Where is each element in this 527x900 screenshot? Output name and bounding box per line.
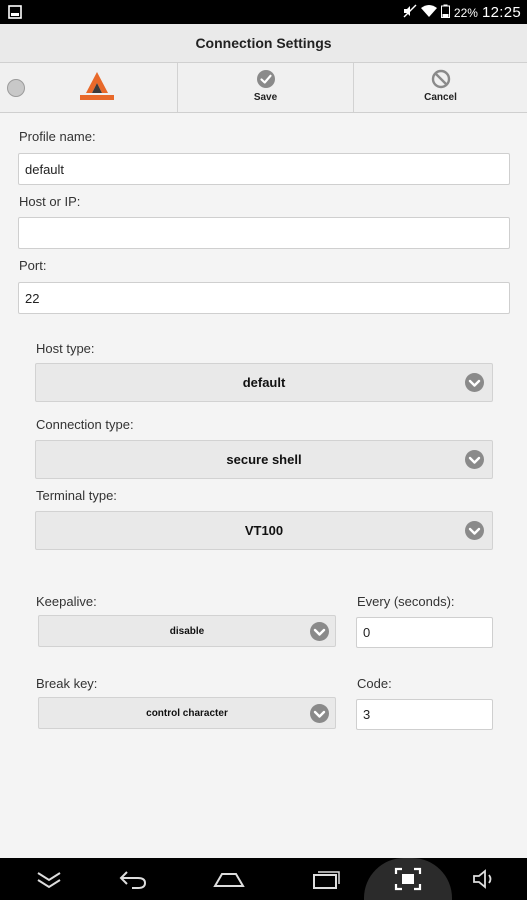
profile-name-field[interactable]: default — [18, 153, 510, 185]
code-field[interactable]: 3 — [356, 699, 493, 730]
port-value: 22 — [25, 290, 40, 306]
toolbar: Save Cancel — [0, 63, 527, 113]
host-label: Host or IP: — [19, 194, 81, 209]
terminal-type-value: VT100 — [244, 523, 284, 538]
host-type-label: Host type: — [36, 341, 95, 356]
port-label: Port: — [19, 258, 47, 273]
break-key-value: control character — [146, 707, 228, 719]
connection-type-value: secure shell — [226, 452, 302, 467]
code-value: 3 — [363, 707, 371, 722]
hide-keyboard-icon[interactable] — [34, 866, 64, 892]
code-label: Code: — [357, 676, 392, 691]
host-field[interactable] — [18, 217, 510, 249]
toolbar-logo-cell — [0, 63, 178, 112]
break-key-select[interactable]: control character — [38, 697, 336, 729]
page-title: Connection Settings — [0, 24, 527, 63]
cancel-label: Cancel — [424, 92, 457, 103]
host-type-select[interactable]: default — [35, 363, 493, 402]
volume-icon[interactable] — [470, 866, 500, 892]
clock: 12:25 — [481, 4, 521, 21]
host-type-value: default — [242, 375, 286, 390]
terminal-type-select[interactable]: VT100 — [35, 511, 493, 550]
chevron-down-icon — [465, 373, 484, 392]
chevron-down-icon — [310, 703, 329, 723]
chevron-down-icon — [465, 521, 484, 540]
cancel-button[interactable]: Cancel — [354, 63, 527, 112]
save-label: Save — [253, 92, 278, 103]
keepalive-select[interactable]: disable — [38, 615, 336, 647]
break-key-label: Break key: — [36, 676, 98, 691]
mute-icon — [403, 4, 417, 21]
screenshot-icon[interactable] — [393, 866, 423, 892]
recent-apps-icon[interactable] — [311, 866, 341, 892]
terminal-type-label: Terminal type: — [36, 488, 117, 503]
port-field[interactable]: 22 — [18, 282, 510, 314]
check-circle-icon — [256, 70, 275, 88]
select-checkbox[interactable] — [7, 79, 25, 97]
battery-percent: 22% — [453, 5, 478, 20]
every-seconds-field[interactable]: 0 — [356, 617, 493, 648]
connection-type-select[interactable]: secure shell — [35, 440, 493, 479]
wifi-icon — [420, 4, 437, 21]
cancel-circle-icon — [431, 69, 450, 89]
save-button[interactable]: Save — [178, 63, 354, 112]
keepalive-label: Keepalive: — [36, 594, 97, 609]
profile-name-value: default — [25, 161, 65, 177]
battery-icon — [440, 4, 450, 21]
every-seconds-label: Every (seconds): — [357, 594, 455, 609]
keepalive-value: disable — [169, 625, 205, 637]
connection-type-label: Connection type: — [36, 417, 134, 432]
chevron-down-icon — [465, 450, 484, 469]
home-icon[interactable] — [212, 866, 246, 892]
back-icon[interactable] — [118, 866, 148, 892]
navigation-bar — [0, 858, 527, 900]
every-seconds-value: 0 — [363, 625, 371, 640]
notification-icon — [8, 5, 22, 22]
app-logo — [80, 72, 114, 100]
chevron-down-icon — [310, 621, 329, 641]
profile-name-label: Profile name: — [19, 129, 96, 144]
status-bar: 22% 12:25 — [0, 0, 527, 24]
